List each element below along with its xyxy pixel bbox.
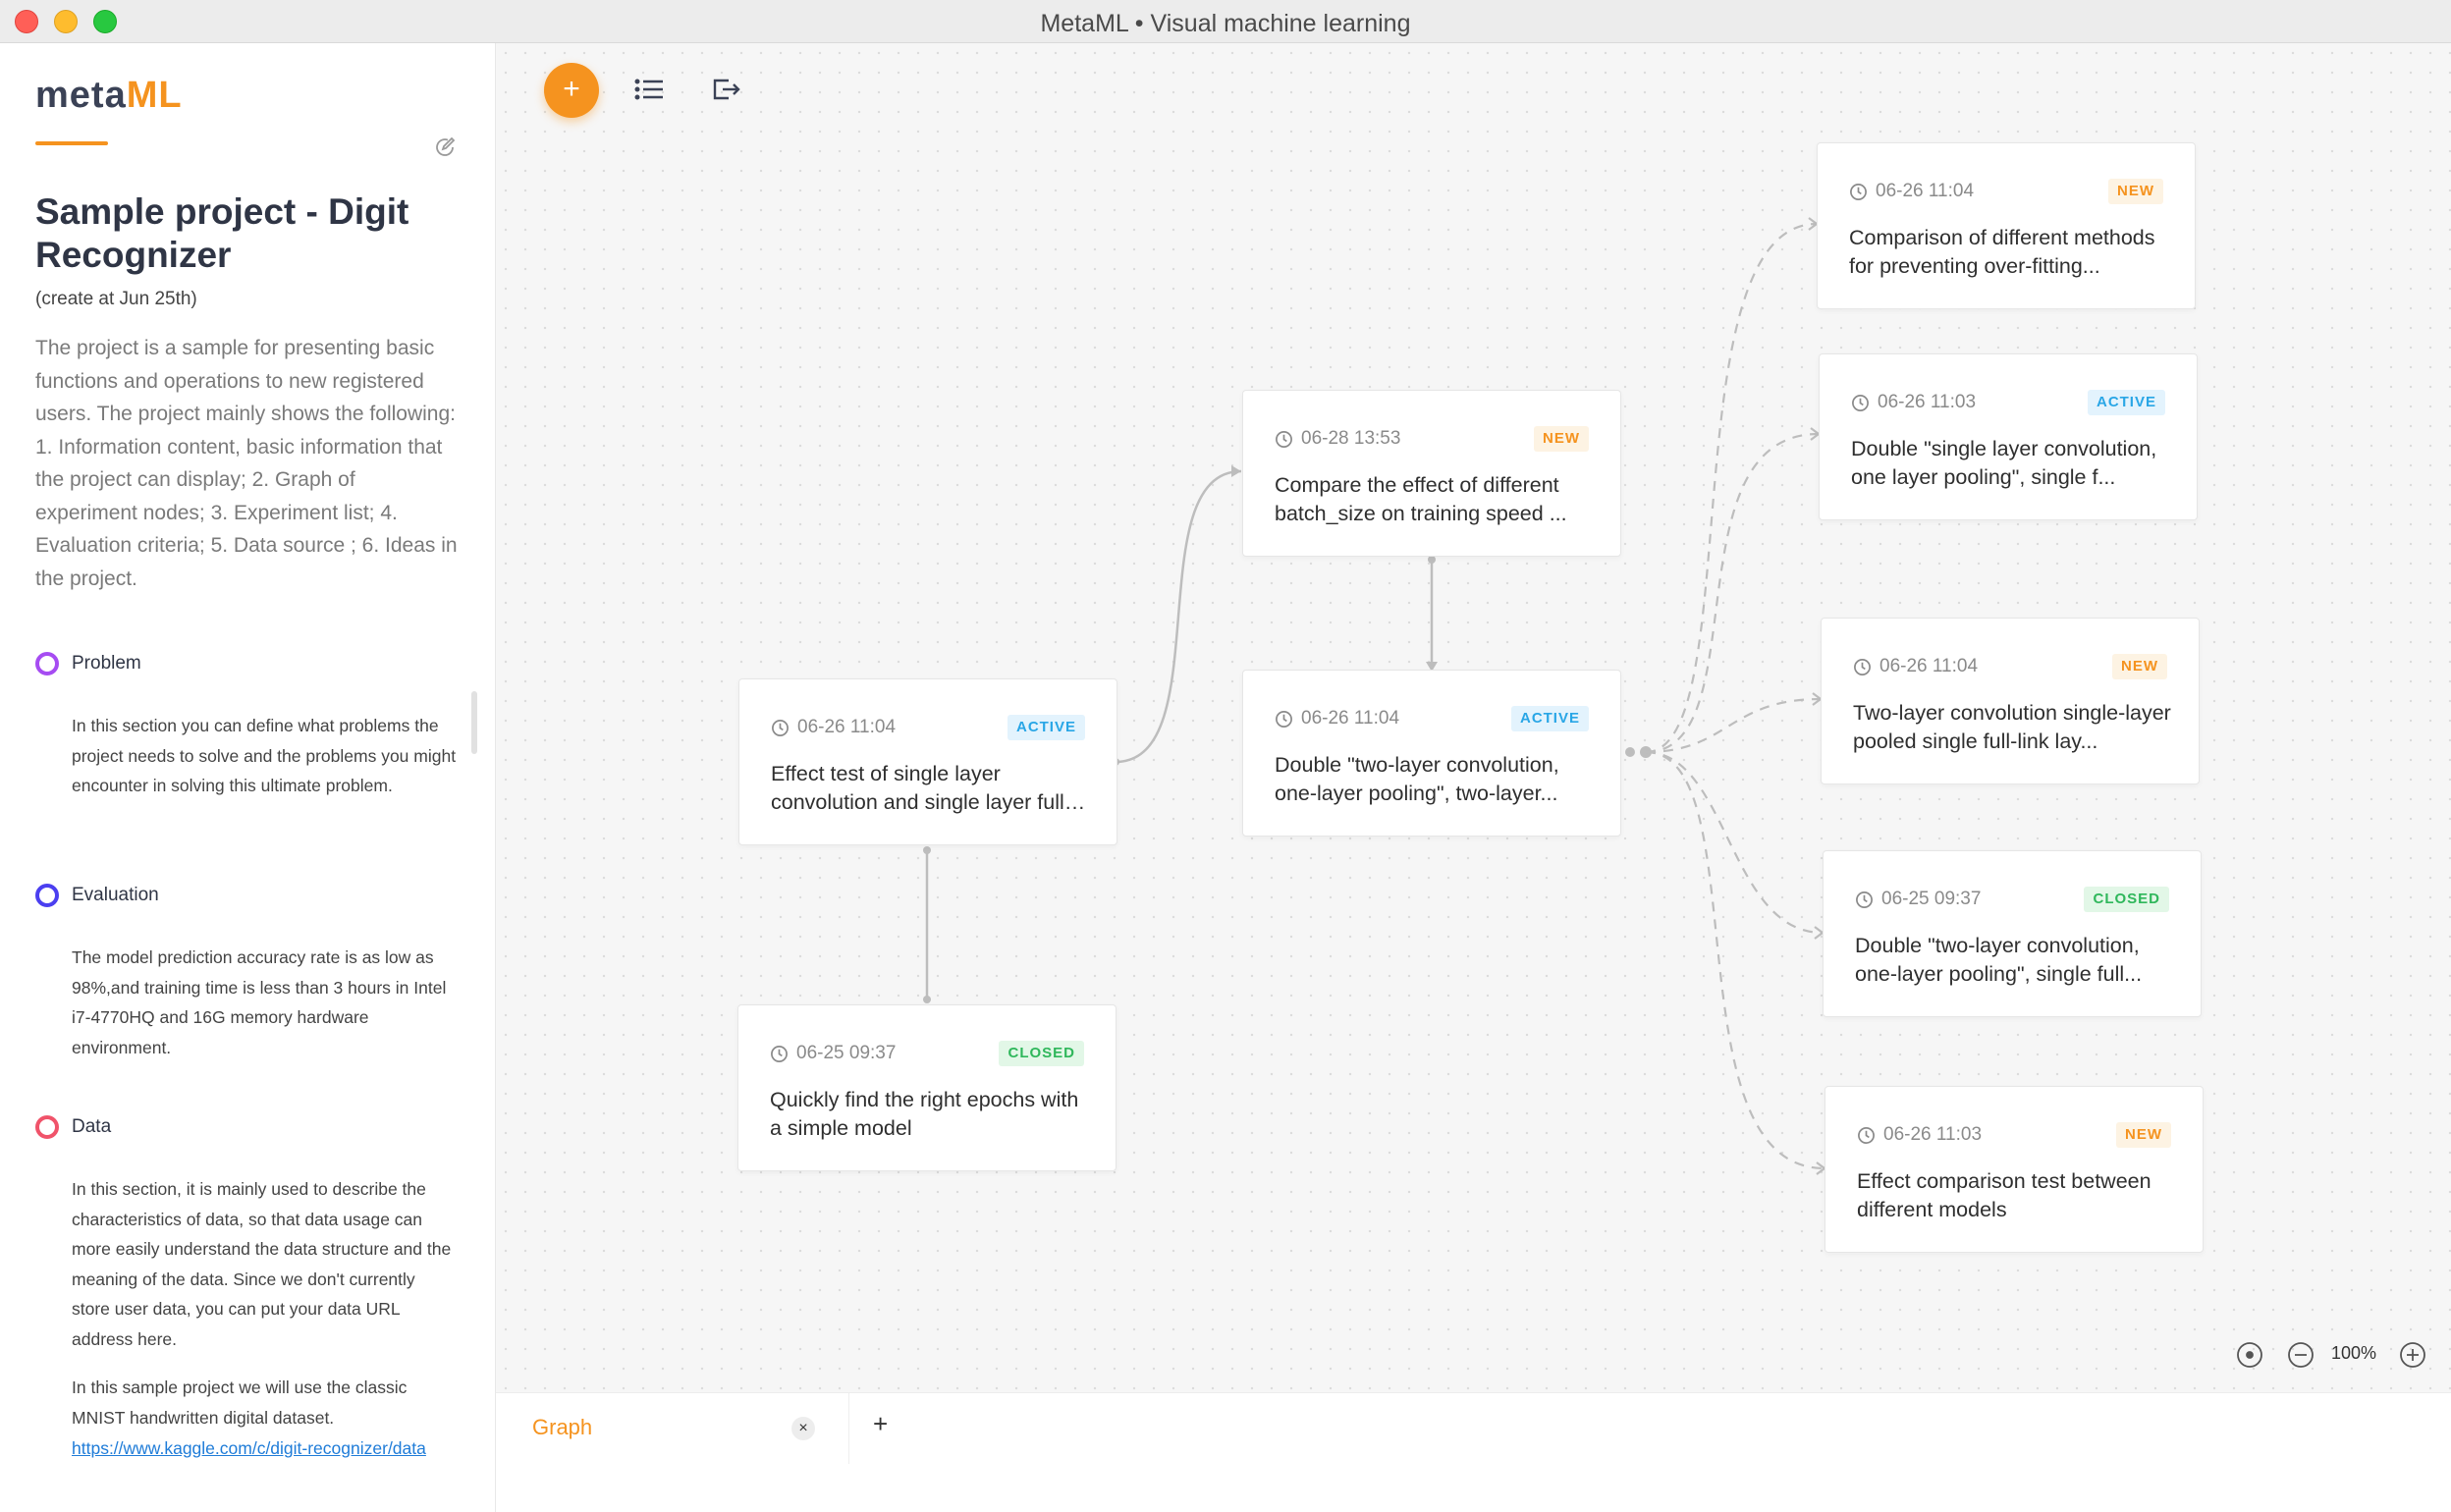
- node-time: 06-25 09:37: [1855, 889, 1981, 910]
- node-description: Quickly find the right epochs with a sim…: [770, 1088, 1079, 1140]
- list-icon[interactable]: [633, 75, 667, 104]
- section-evaluation-label: Evaluation: [72, 885, 159, 905]
- section-data-text2: In this sample project we will use the c…: [72, 1377, 408, 1428]
- node-description: Double "two-layer convolution, one-layer…: [1855, 934, 2143, 986]
- section-data[interactable]: Data: [35, 1115, 111, 1139]
- node-card[interactable]: 06-26 11:04 ACTIVE Double "two-layer con…: [1242, 670, 1621, 837]
- zoom-in-icon[interactable]: [2399, 1341, 2426, 1369]
- node-card[interactable]: 06-25 09:37 CLOSED Quickly find the righ…: [737, 1004, 1117, 1171]
- node-card[interactable]: 06-25 09:37 CLOSED Double "two-layer con…: [1823, 850, 2202, 1017]
- status-badge: ACTIVE: [1007, 715, 1085, 740]
- project-sidebar: metaML Sample project - Digit Recognizer…: [0, 43, 496, 1512]
- tab-graph[interactable]: Graph ×: [496, 1393, 849, 1464]
- node-time: 06-26 11:03: [1857, 1124, 1982, 1146]
- clock-icon: [1276, 430, 1292, 448]
- node-time: 06-26 11:04: [771, 717, 896, 738]
- node-time: 06-26 11:03: [1851, 392, 1976, 413]
- status-badge: ACTIVE: [1510, 706, 1589, 731]
- section-evaluation[interactable]: Evaluation: [35, 884, 159, 907]
- node-card[interactable]: 06-26 11:03 ACTIVE Double "single layer …: [1819, 353, 2198, 520]
- node-time: 06-28 13:53: [1275, 428, 1400, 450]
- status-badge: CLOSED: [2084, 887, 2169, 912]
- node-description: Compare the effect of different batch_si…: [1275, 473, 1567, 525]
- evaluation-ring-icon: [35, 884, 59, 907]
- clock-icon: [1858, 1126, 1875, 1144]
- problem-ring-icon: [35, 652, 59, 675]
- clock-icon: [1850, 183, 1867, 200]
- fit-view-icon[interactable]: [2236, 1341, 2263, 1369]
- add-tab-button[interactable]: +: [873, 1409, 888, 1439]
- project-title: Sample project - Digit Recognizer: [35, 191, 409, 275]
- status-badge: CLOSED: [999, 1041, 1084, 1066]
- logo-underline: [35, 141, 108, 145]
- project-description: The project is a sample for presenting b…: [35, 337, 458, 590]
- sidebar-scrollbar[interactable]: [471, 691, 477, 754]
- zoom-level: 100%: [2331, 1343, 2377, 1363]
- clock-icon: [1276, 710, 1292, 728]
- node-card[interactable]: 06-26 11:04 NEW Two-layer convolution si…: [1821, 618, 2200, 784]
- node-description: Effect comparison test between different…: [1857, 1169, 2151, 1221]
- node-card[interactable]: 06-28 13:53 NEW Compare the effect of di…: [1242, 390, 1621, 557]
- node-time: 06-26 11:04: [1849, 181, 1974, 202]
- status-badge: NEW: [2112, 654, 2167, 679]
- node-description: Comparison of different methods for prev…: [1849, 226, 2155, 278]
- section-data-label: Data: [72, 1116, 112, 1137]
- clock-icon: [771, 1045, 788, 1062]
- window-title: MetaML • Visual machine learning: [1040, 10, 1411, 37]
- section-data-link-row: https://www.kaggle.com/c/digit-recognize…: [72, 1433, 457, 1464]
- section-problem-label: Problem: [72, 653, 141, 674]
- node-time: 06-26 11:04: [1275, 708, 1399, 729]
- edit-icon[interactable]: [433, 135, 457, 159]
- node-time: 06-26 11:04: [1853, 656, 1978, 677]
- node-description: Double "two-layer convolution, one-layer…: [1275, 753, 1559, 805]
- status-badge: ACTIVE: [2087, 390, 2165, 415]
- node-description: Two-layer convolution single-layer poole…: [1853, 701, 2171, 753]
- data-ring-icon: [35, 1115, 59, 1139]
- node-card[interactable]: 06-26 11:03 NEW Effect comparison test b…: [1825, 1086, 2204, 1253]
- add-node-button[interactable]: +: [544, 63, 599, 118]
- tab-graph-label: Graph: [532, 1415, 593, 1439]
- clock-icon: [772, 719, 789, 736]
- node-time: 06-25 09:37: [770, 1043, 896, 1064]
- node-description: Double "single layer convolution, one la…: [1851, 437, 2157, 489]
- clock-icon: [1856, 891, 1873, 908]
- clock-icon: [1852, 394, 1869, 411]
- node-card[interactable]: 06-26 11:04 ACTIVE Effect test of single…: [738, 678, 1117, 845]
- zoom-out-icon[interactable]: [2287, 1341, 2315, 1369]
- dataset-link[interactable]: https://www.kaggle.com/c/digit-recognize…: [72, 1438, 426, 1458]
- clock-icon: [1854, 658, 1871, 675]
- project-date: (create at Jun 25th): [35, 289, 197, 309]
- status-badge: NEW: [2116, 1122, 2171, 1148]
- bottom-tab-bar: Graph × +: [496, 1392, 2451, 1512]
- status-badge: NEW: [1534, 426, 1589, 452]
- metaml-logo: metaML: [35, 75, 183, 116]
- export-icon[interactable]: [709, 75, 742, 104]
- section-problem[interactable]: Problem: [35, 652, 141, 675]
- node-description: Effect test of single layer convolution …: [771, 762, 1064, 814]
- section-data-text: In this section, it is mainly used to de…: [72, 1179, 452, 1349]
- close-tab-icon[interactable]: ×: [791, 1417, 815, 1440]
- section-problem-text: In this section you can define what prob…: [72, 716, 457, 795]
- status-badge: NEW: [2108, 179, 2163, 204]
- node-card[interactable]: 06-26 11:04 NEW Comparison of different …: [1817, 142, 2196, 309]
- window-titlebar: MetaML • Visual machine learning: [0, 0, 2451, 43]
- section-evaluation-text: The model prediction accuracy rate is as…: [72, 947, 447, 1057]
